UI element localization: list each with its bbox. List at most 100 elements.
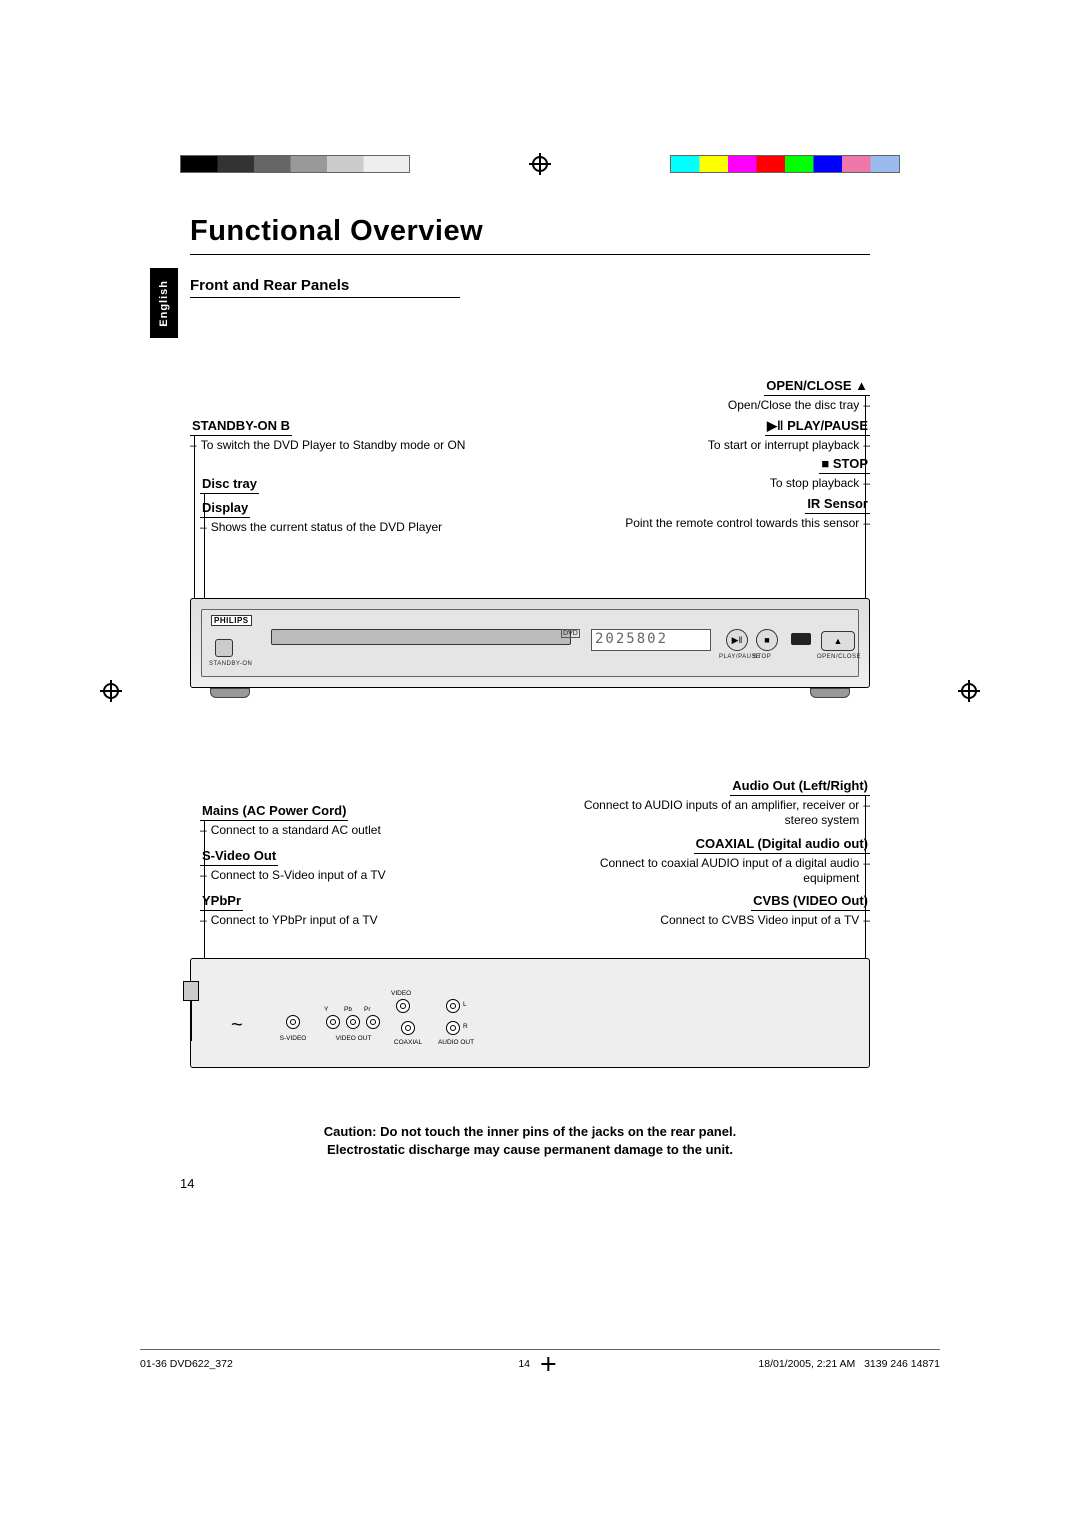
audio-label: Audio Out (Left/Right) bbox=[730, 778, 870, 796]
oc-desc: Open/Close the disc tray bbox=[728, 398, 859, 413]
cvbs-label: CVBS (VIDEO Out) bbox=[751, 893, 870, 911]
callout-ir: IR Sensor Point the remote control towar… bbox=[570, 496, 870, 531]
standby-button bbox=[215, 639, 233, 657]
audioout-label: AUDIO OUT bbox=[436, 1039, 476, 1046]
title-rule bbox=[190, 254, 870, 255]
leader-line bbox=[194, 436, 195, 611]
video-jack bbox=[396, 999, 410, 1013]
standby-desc: To switch the DVD Player to Standby mode… bbox=[201, 438, 466, 453]
callout-svideo: S-Video Out –Connect to S-Video input of… bbox=[200, 848, 480, 883]
open-close-button: ▲ bbox=[821, 631, 855, 651]
pr-label: Pr bbox=[364, 1006, 371, 1013]
registration-bar-top bbox=[90, 145, 990, 181]
rear-callouts: Mains (AC Power Cord) –Connect to a stan… bbox=[190, 788, 870, 958]
audio-r-label: R bbox=[463, 1023, 468, 1030]
audio-desc: Connect to AUDIO inputs of an amplifier,… bbox=[560, 798, 859, 828]
audio-l-label: L bbox=[463, 1001, 467, 1008]
section-heading-rule bbox=[190, 297, 460, 298]
front-panel-figure: PHILIPS STANDBY-ON DVD 2025802 ▶ǁ PLAY/P… bbox=[190, 598, 870, 688]
registration-mark-icon bbox=[529, 153, 551, 175]
footer-left: 01-36 DVD622_372 bbox=[140, 1358, 233, 1370]
svideo-jack-label: S-VIDEO bbox=[279, 1035, 307, 1042]
stop-sublabel: STOP bbox=[753, 654, 771, 660]
display-desc: Shows the current status of the DVD Play… bbox=[211, 520, 442, 535]
standby-label: STANDBY-ON bbox=[192, 418, 277, 433]
page-title: Functional Overview bbox=[190, 215, 870, 248]
ac-symbol-icon: ~ bbox=[231, 1014, 243, 1037]
footer-date: 18/01/2005, 2:21 AM bbox=[758, 1358, 855, 1370]
svideo-desc: Connect to S-Video input of a TV bbox=[211, 868, 386, 883]
registration-mark-footer-icon bbox=[542, 1357, 556, 1371]
pp-desc: To start or interrupt playback bbox=[708, 438, 859, 453]
imposition-footer: 01-36 DVD622_372 14 18/01/2005, 2:21 AM … bbox=[140, 1349, 940, 1370]
stop-desc: To stop playback bbox=[770, 476, 859, 491]
registration-mark-left-icon bbox=[100, 680, 122, 702]
cvbs-desc: Connect to CVBS Video input of a TV bbox=[660, 913, 859, 928]
pb-jack bbox=[346, 1015, 360, 1029]
dvd-front-panel: PHILIPS STANDBY-ON DVD 2025802 ▶ǁ PLAY/P… bbox=[190, 598, 870, 688]
pb-label: Pb bbox=[344, 1006, 352, 1013]
section-heading: Front and Rear Panels bbox=[190, 277, 870, 294]
standby-sublabel: STANDBY-ON bbox=[209, 661, 252, 667]
footer-code: 3139 246 14871 bbox=[864, 1358, 940, 1370]
ir-desc: Point the remote control towards this se… bbox=[625, 516, 859, 531]
svideo-label: S-Video Out bbox=[200, 848, 278, 866]
stop-button: ■ bbox=[756, 629, 778, 651]
greyscale-swatch bbox=[180, 155, 410, 173]
mains-desc: Connect to a standard AC outlet bbox=[211, 823, 381, 838]
power-cord bbox=[183, 981, 213, 1041]
callout-cvbs: CVBS (VIDEO Out) Connect to CVBS Video i… bbox=[560, 893, 870, 928]
language-tab: English bbox=[150, 268, 178, 338]
coax-jack bbox=[401, 1021, 415, 1035]
callout-play-pause: ▶ǁ PLAY/PAUSE To start or interrupt play… bbox=[570, 418, 870, 453]
coax-desc: Connect to coaxial AUDIO input of a digi… bbox=[560, 856, 859, 886]
ypbpr-label: YPbPr bbox=[200, 893, 243, 911]
foot-left bbox=[210, 688, 250, 698]
dvd-rear-panel: ~ S-VIDEO Y Pb Pr VIDEO OUT VIDEO COAXIA… bbox=[190, 958, 870, 1068]
oc-label: OPEN/CLOSE bbox=[766, 378, 851, 393]
manual-page: English Functional Overview Front and Re… bbox=[0, 0, 1080, 1528]
ir-label: IR Sensor bbox=[805, 496, 870, 514]
callout-open-close: OPEN/CLOSE ▲ Open/Close the disc tray – bbox=[570, 378, 870, 413]
oc-sublabel: OPEN/CLOSE bbox=[817, 654, 861, 660]
disc-tray-label: Disc tray bbox=[200, 476, 259, 494]
ypbpr-desc: Connect to YPbPr input of a TV bbox=[211, 913, 378, 928]
coax-label: COAXIAL (Digital audio out) bbox=[694, 836, 870, 854]
front-callouts: STANDBY-ON B –To switch the DVD Player t… bbox=[190, 388, 870, 598]
brand-logo: PHILIPS bbox=[211, 615, 252, 626]
caution-text: Caution: Do not touch the inner pins of … bbox=[190, 1123, 870, 1158]
play-pause-icon: ▶ǁ bbox=[767, 418, 783, 433]
standby-symbol: B bbox=[281, 418, 290, 433]
mains-label: Mains (AC Power Cord) bbox=[200, 803, 348, 821]
caution-line1: Caution: Do not touch the inner pins of … bbox=[190, 1123, 870, 1141]
display-label: Display bbox=[200, 500, 250, 518]
callout-display: Display –Shows the current status of the… bbox=[200, 500, 480, 535]
dvd-logo-icon: DVD bbox=[561, 629, 580, 638]
audio-l-jack bbox=[446, 999, 460, 1013]
stop-icon: ■ bbox=[821, 456, 829, 471]
videoout-label: VIDEO OUT bbox=[326, 1035, 381, 1042]
pp-label: PLAY/PAUSE bbox=[787, 418, 868, 433]
stop-label: STOP bbox=[833, 456, 868, 471]
color-swatch bbox=[670, 155, 900, 173]
y-jack bbox=[326, 1015, 340, 1029]
page-number: 14 bbox=[180, 1176, 870, 1191]
eject-icon: ▲ bbox=[855, 378, 868, 393]
coax-jack-label: COAXIAL bbox=[391, 1039, 425, 1046]
lcd-display: 2025802 bbox=[591, 629, 711, 651]
foot-right bbox=[810, 688, 850, 698]
callout-standby: STANDBY-ON B –To switch the DVD Player t… bbox=[190, 418, 490, 453]
callout-disc-tray: Disc tray bbox=[200, 476, 460, 496]
language-tab-label: English bbox=[158, 280, 170, 327]
registration-mark-right-icon bbox=[958, 680, 980, 702]
disc-tray-slot bbox=[271, 629, 571, 645]
audio-r-jack bbox=[446, 1021, 460, 1035]
play-pause-button: ▶ǁ bbox=[726, 629, 748, 651]
callout-stop: ■ STOP To stop playback – bbox=[630, 456, 870, 491]
callout-audio: Audio Out (Left/Right) Connect to AUDIO … bbox=[560, 778, 870, 828]
svideo-jack bbox=[286, 1015, 300, 1029]
y-label: Y bbox=[324, 1006, 328, 1013]
pr-jack bbox=[366, 1015, 380, 1029]
callout-ypbpr: YPbPr –Connect to YPbPr input of a TV bbox=[200, 893, 480, 928]
footer-mid-num: 14 bbox=[518, 1358, 530, 1370]
